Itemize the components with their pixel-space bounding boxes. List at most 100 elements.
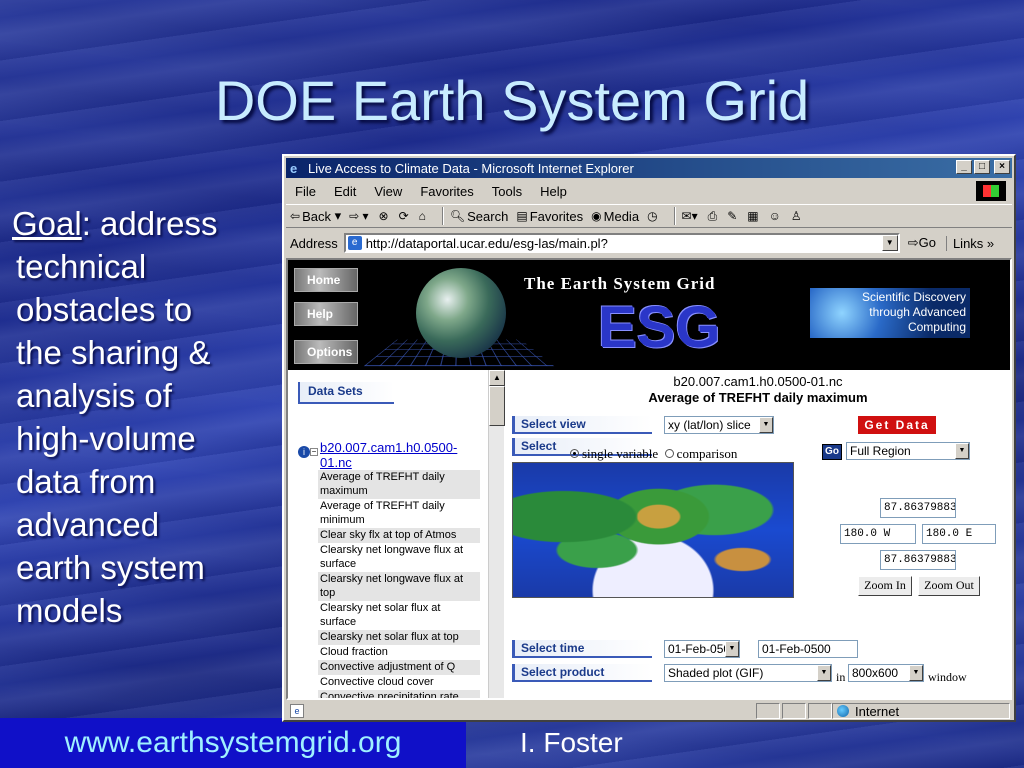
variable-item[interactable]: Convective adjustment of Q [318, 660, 480, 675]
product-select[interactable]: Shaded plot (GIF) ▼ [664, 664, 832, 682]
radio-comparison[interactable] [664, 449, 674, 458]
size-select[interactable]: 800x600 ▼ [848, 664, 924, 682]
user-button[interactable]: ♙ [791, 209, 804, 223]
edit-button[interactable]: ✎ [727, 209, 739, 223]
info-icon[interactable]: i [298, 446, 310, 458]
dataset-link[interactable]: b20.007.cam1.h0.0500-01.nc [320, 440, 482, 470]
refresh-button[interactable]: ⟳ [399, 209, 411, 223]
mail-button[interactable]: ✉▾ [682, 209, 700, 223]
nav-options[interactable]: Options [294, 340, 358, 364]
zoom-out-button[interactable]: Zoom Out [918, 576, 980, 596]
goal-word: Goal [12, 205, 82, 242]
in-label: in [836, 670, 846, 684]
variable-item[interactable]: Convective precipitation rate [318, 690, 480, 698]
media-button[interactable]: ◉ Media [591, 209, 639, 224]
goal-line: data from [16, 463, 156, 500]
close-button[interactable]: × [994, 160, 1010, 174]
stop-button[interactable]: ⊗ [379, 209, 391, 223]
print-icon: ⎙ [707, 208, 718, 223]
back-button[interactable]: ⇦ Back ▾ [290, 208, 341, 224]
product-select-value: Shaded plot (GIF) [668, 666, 764, 680]
goal-text: Goal: address technical obstacles to the… [12, 202, 272, 632]
get-data-button[interactable]: Get Data [858, 416, 936, 434]
menu-tools[interactable]: Tools [483, 184, 531, 199]
search-button[interactable]: 🔍︎ Search [450, 209, 508, 224]
select-view-label: Select view [512, 416, 652, 434]
variable-item[interactable]: Cloud fraction [318, 645, 480, 660]
region-go-button[interactable]: Go [822, 444, 842, 460]
esg-header: Home Help Options The Earth System Grid … [288, 260, 1010, 370]
address-dropdown-icon[interactable]: ▼ [881, 235, 898, 251]
address-value: http://dataportal.ucar.edu/esg-las/main.… [365, 235, 608, 251]
time-start-select[interactable]: 01-Feb-0500 ▼ [664, 640, 740, 658]
goal-line: technical [16, 248, 147, 285]
forward-button[interactable]: ⇨ ▾ [349, 209, 370, 223]
world-map[interactable] [512, 462, 794, 598]
menu-file[interactable]: File [286, 184, 325, 199]
lat-north-input[interactable]: 87.86379883 [880, 498, 956, 518]
scroll-up-icon[interactable]: ▲ [489, 370, 505, 386]
discuss-icon: ▦ [747, 209, 759, 223]
browser-titlebar[interactable]: e Live Access to Climate Data - Microsof… [286, 158, 1012, 178]
status-cell [782, 703, 806, 719]
menu-favorites[interactable]: Favorites [411, 184, 482, 199]
view-select[interactable]: xy (lat/lon) slice ▼ [664, 416, 774, 434]
user-icon: ♙ [790, 209, 802, 223]
print-button[interactable]: ⎙ [708, 209, 720, 224]
scroll-thumb[interactable] [489, 386, 505, 426]
datasets-sidebar: Data Sets i − b20.007.cam1.h0.0500-01.nc… [288, 370, 505, 698]
select-time-label: Select time [512, 640, 652, 658]
back-arrow-icon: ⇦ [290, 209, 301, 223]
links-button[interactable]: Links » [945, 235, 994, 251]
chevron-down-icon: ▼ [909, 665, 923, 681]
history-button[interactable]: ◷ [647, 209, 659, 223]
address-input[interactable]: e http://dataportal.ucar.edu/esg-las/mai… [343, 233, 900, 253]
page-icon: e [347, 236, 362, 250]
menu-help[interactable]: Help [531, 184, 576, 199]
region-select[interactable]: Full Region ▼ [846, 442, 970, 460]
variable-item[interactable]: Average of TREFHT daily maximum [318, 470, 480, 499]
favorites-button[interactable]: ▤ Favorites [516, 209, 583, 224]
address-label: Address [290, 235, 338, 251]
radio-single-variable[interactable] [570, 449, 579, 458]
back-label: Back [302, 208, 331, 224]
variable-item[interactable]: Clearsky net solar flux at surface [318, 601, 480, 630]
sidebar-scrollbar[interactable]: ▲ [488, 370, 505, 698]
go-button[interactable]: ⇨Go [908, 235, 936, 251]
discuss-button[interactable]: ▦ [747, 209, 760, 223]
lon-east-input[interactable]: 180.0 E [922, 524, 996, 544]
status-cells [756, 703, 834, 719]
home-button[interactable]: ⌂ [419, 209, 428, 223]
variable-item[interactable]: Clear sky flx at top of Atmos [318, 528, 480, 543]
variable-title: Average of TREFHT daily maximum [648, 390, 868, 405]
browser-title: Live Access to Climate Data - Microsoft … [308, 160, 634, 176]
nav-home[interactable]: Home [294, 268, 358, 292]
variable-item[interactable]: Clearsky net longwave flux at surface [318, 543, 480, 572]
variable-item[interactable]: Convective cloud cover [318, 675, 480, 690]
menu-edit[interactable]: Edit [325, 184, 365, 199]
menu-view[interactable]: View [365, 184, 411, 199]
variable-item[interactable]: Clearsky net longwave flux at top [318, 572, 480, 601]
go-arrow-icon: ⇨ [907, 235, 919, 250]
edit-icon: ✎ [727, 209, 738, 223]
lon-west-input[interactable]: 180.0 W [840, 524, 916, 544]
goal-line: earth system [16, 549, 205, 586]
goal-line: advanced [16, 506, 160, 543]
maximize-button[interactable]: □ [974, 160, 990, 174]
lat-south-input[interactable]: 87.86379883 [880, 550, 956, 570]
variable-item[interactable]: Clearsky net solar flux at top [318, 630, 480, 645]
browser-window: e Live Access to Climate Data - Microsof… [282, 154, 1016, 722]
zoom-in-button[interactable]: Zoom In [858, 576, 912, 596]
nav-help[interactable]: Help [294, 302, 358, 326]
badge-line: through Advanced [869, 305, 966, 319]
mail-icon: ✉▾ [681, 209, 698, 223]
windows-logo-icon [976, 181, 1006, 201]
messenger-button[interactable]: ☺ [769, 209, 783, 223]
go-label: Go [918, 235, 936, 250]
time-end-input[interactable]: 01-Feb-0500 [758, 640, 858, 658]
datasets-heading: Data Sets [298, 382, 394, 404]
minimize-button[interactable]: _ [956, 160, 972, 174]
collapse-icon[interactable]: − [310, 448, 318, 456]
variable-item[interactable]: Average of TREFHT daily minimum [318, 499, 480, 528]
esg-logo: ESG [598, 295, 721, 360]
